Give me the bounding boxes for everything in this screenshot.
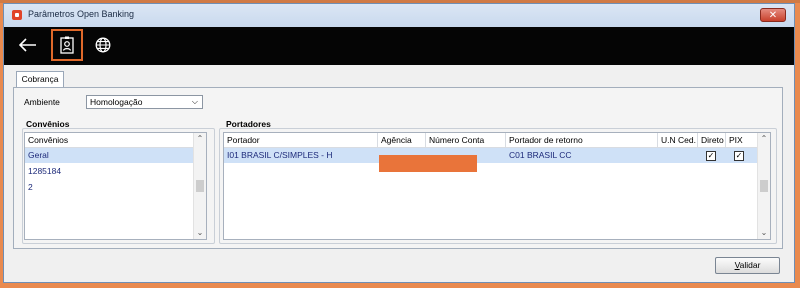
chevron-up-icon[interactable]: ⌃ bbox=[758, 133, 770, 145]
cell-portador: I01 BRASIL C/SIMPLES - H bbox=[227, 150, 333, 160]
list-item[interactable]: 2 bbox=[25, 180, 206, 195]
globe-button[interactable] bbox=[87, 29, 119, 61]
column-header-portador-retorno[interactable]: Portador de retorno bbox=[509, 133, 583, 147]
arrow-left-icon bbox=[19, 38, 36, 52]
toolbar bbox=[4, 27, 794, 65]
column-header-pix[interactable]: PIX bbox=[729, 133, 743, 147]
ambiente-value: Homologação bbox=[90, 97, 143, 107]
content-area: Cobrança Ambiente Homologação ⌵ Convênio… bbox=[4, 65, 794, 282]
column-header-agencia[interactable]: Agência bbox=[381, 133, 412, 147]
scroll-thumb[interactable] bbox=[196, 180, 204, 192]
column-divider bbox=[725, 133, 726, 147]
screenshot-frame: Parâmetros Open Banking ✕ Cobrança Ambie… bbox=[0, 0, 800, 288]
title-bar: Parâmetros Open Banking ✕ bbox=[4, 4, 794, 28]
chevron-down-icon: ⌵ bbox=[191, 97, 198, 106]
column-header-numero-conta[interactable]: Número Conta bbox=[429, 133, 484, 147]
table-row[interactable]: I01 BRASIL C/SIMPLES - H C01 BRASIL CC ✓… bbox=[224, 148, 760, 163]
portadores-scrollbar[interactable]: ⌃ ⌄ bbox=[757, 133, 770, 239]
column-header-un-ced[interactable]: U.N Ced. bbox=[661, 133, 696, 147]
column-divider bbox=[697, 133, 698, 147]
close-button[interactable]: ✕ bbox=[760, 8, 786, 22]
back-button[interactable] bbox=[12, 29, 44, 61]
redaction-block bbox=[379, 155, 477, 172]
direto-checkbox[interactable]: ✓ bbox=[706, 151, 716, 161]
list-item[interactable]: 1285184 bbox=[25, 164, 206, 179]
validar-button[interactable]: Validar bbox=[715, 257, 780, 274]
list-item[interactable]: Geral bbox=[25, 148, 206, 163]
window-title: Parâmetros Open Banking bbox=[28, 9, 135, 19]
cell-portador-retorno: C01 BRASIL CC bbox=[509, 150, 572, 160]
convenios-scrollbar[interactable]: ⌃ ⌄ bbox=[193, 133, 206, 239]
portadores-header: Portador Agência Número Conta Portador d… bbox=[224, 133, 770, 148]
chevron-down-icon[interactable]: ⌄ bbox=[758, 227, 770, 239]
column-divider bbox=[657, 133, 658, 147]
convenios-column-header[interactable]: Convênios bbox=[28, 133, 68, 147]
validar-label: alidar bbox=[739, 260, 761, 270]
column-divider bbox=[425, 133, 426, 147]
dialog-window: Parâmetros Open Banking ✕ Cobrança Ambie… bbox=[3, 3, 795, 283]
column-header-direto[interactable]: Direto bbox=[701, 133, 724, 147]
chevron-down-icon[interactable]: ⌄ bbox=[194, 227, 206, 239]
chevron-up-icon[interactable]: ⌃ bbox=[194, 133, 206, 145]
ambiente-select[interactable]: Homologação ⌵ bbox=[86, 95, 203, 109]
tab-cobranca[interactable]: Cobrança bbox=[16, 71, 64, 88]
contact-card-icon bbox=[60, 36, 74, 54]
column-header-portador[interactable]: Portador bbox=[227, 133, 260, 147]
convenios-header: Convênios bbox=[25, 133, 206, 148]
convenios-list[interactable]: Convênios Geral 1285184 2 ⌃ ⌄ bbox=[24, 132, 207, 240]
globe-icon bbox=[95, 37, 111, 53]
column-divider bbox=[505, 133, 506, 147]
column-divider bbox=[377, 133, 378, 147]
app-icon bbox=[12, 10, 22, 20]
scroll-thumb[interactable] bbox=[760, 180, 768, 192]
contact-card-button[interactable] bbox=[51, 29, 83, 61]
pix-checkbox[interactable]: ✓ bbox=[734, 151, 744, 161]
ambiente-label: Ambiente bbox=[24, 97, 60, 107]
portadores-grid[interactable]: Portador Agência Número Conta Portador d… bbox=[223, 132, 771, 240]
tab-panel-cobranca: Ambiente Homologação ⌵ Convênios Convêni… bbox=[13, 87, 783, 249]
